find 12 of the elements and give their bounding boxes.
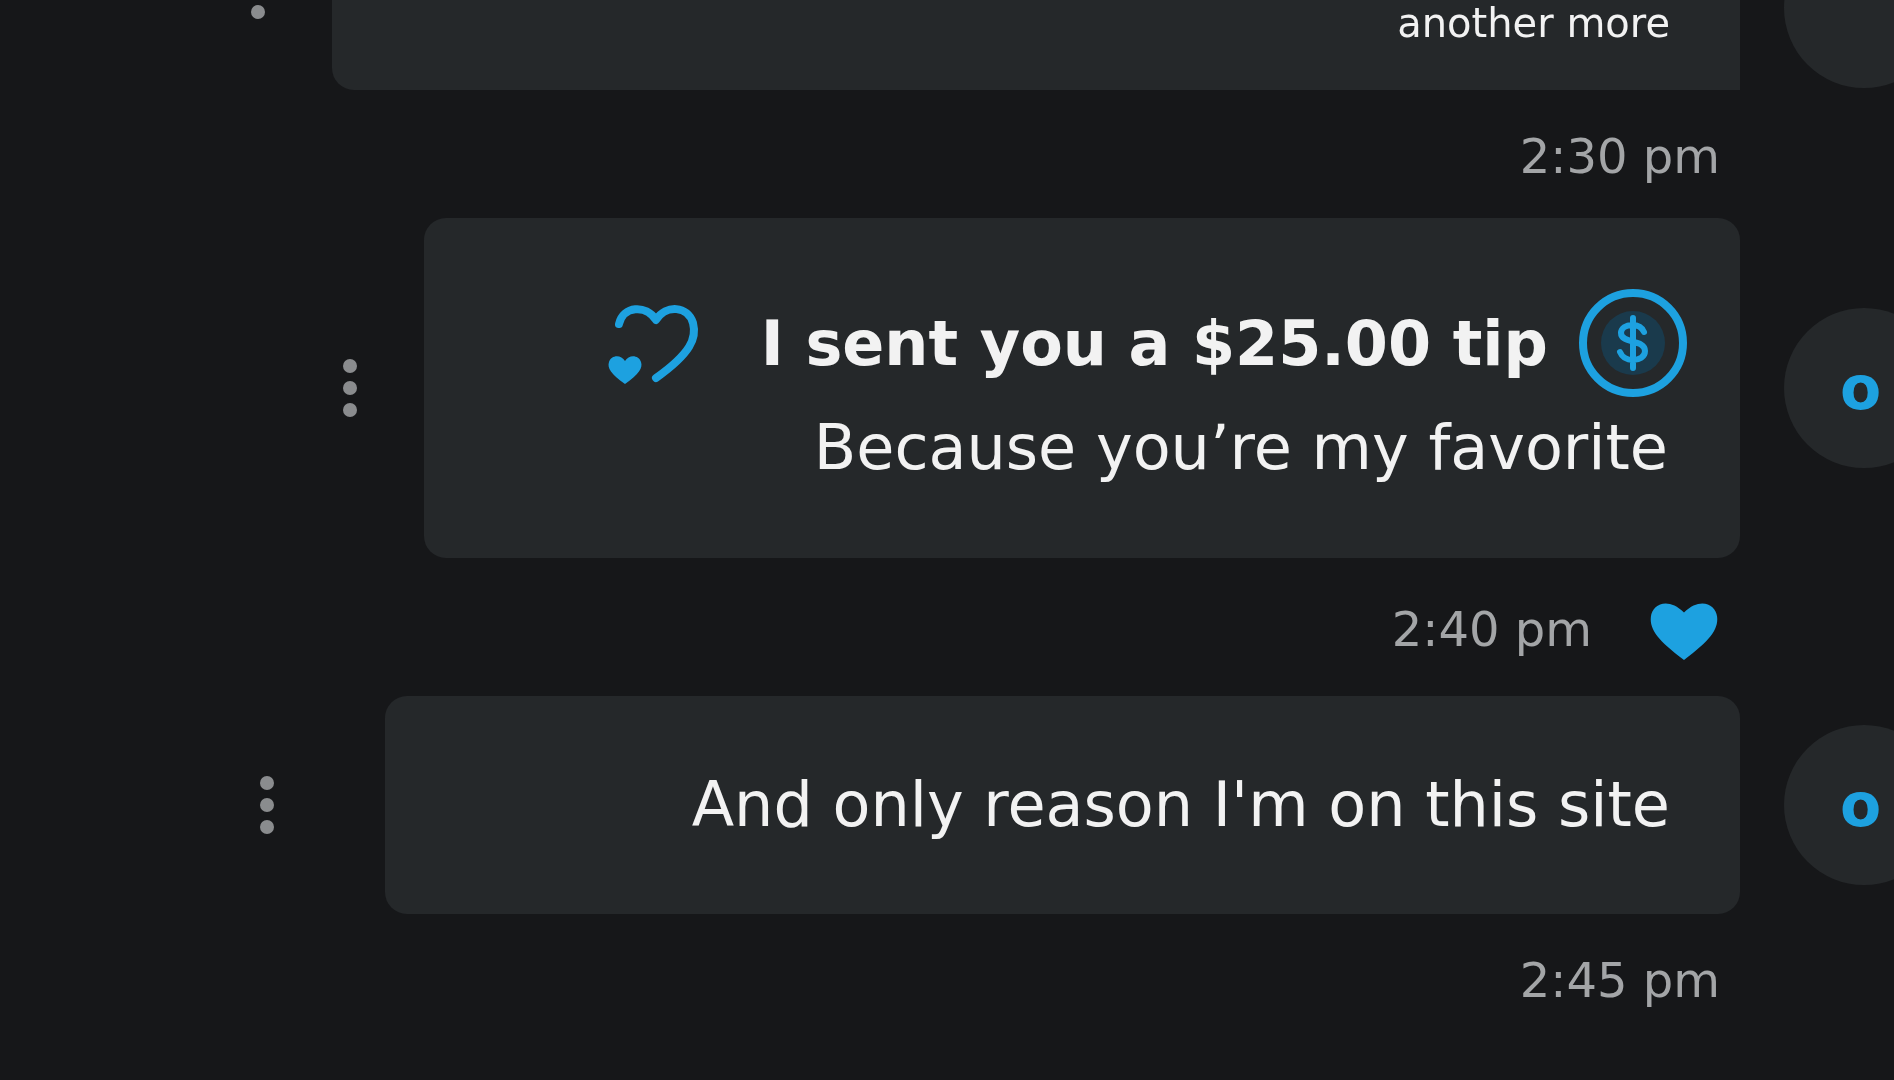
more-options-icon[interactable] [259,775,275,835]
message-time: 2:30 pm [1519,128,1720,184]
avatar[interactable]: o [1784,725,1894,885]
message-text: Because you’re my favorite [813,410,1668,486]
message-text: And only reason I'm on this site [691,767,1670,843]
more-options-icon[interactable] [342,358,358,418]
avatar[interactable]: o [1784,308,1894,468]
message-text: another more [1397,0,1670,46]
tip-title: I sent you a $25.00 tip [760,306,1548,380]
message-time: 2:40 pm [1391,601,1592,657]
dollar-icon [1578,288,1688,398]
message-time: 2:45 pm [1519,952,1720,1008]
